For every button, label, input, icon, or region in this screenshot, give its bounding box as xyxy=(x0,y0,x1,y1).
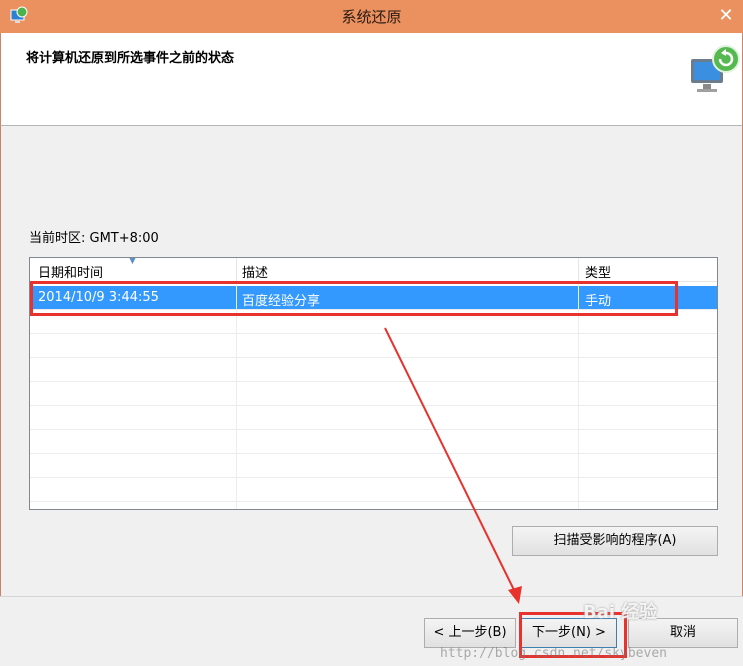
empty-row xyxy=(30,478,717,502)
watermark-url: http://blog.csdn.net/skybeven xyxy=(440,646,667,661)
dialog-body: 当前时区: GMT+8:00 ▼ 日期和时间 描述 类型 2014/10/9 3… xyxy=(0,126,743,596)
system-restore-monitor-icon xyxy=(691,45,740,92)
restore-points-list[interactable]: ▼ 日期和时间 描述 类型 2014/10/9 3:44:55 百度经验分享 手… xyxy=(29,257,718,510)
table-row[interactable]: 2014/10/9 3:44:55 百度经验分享 手动 xyxy=(30,286,717,310)
sort-arrow-icon: ▼ xyxy=(129,257,136,266)
watermark-brand: Bai 经验 xyxy=(583,602,658,623)
column-divider[interactable] xyxy=(236,258,237,281)
empty-row xyxy=(30,406,717,430)
empty-row xyxy=(30,382,717,406)
dialog-header: 将计算机还原到所选事件之前的状态 xyxy=(0,33,743,126)
grid-line xyxy=(578,282,579,509)
empty-row xyxy=(30,334,717,358)
empty-row xyxy=(30,430,717,454)
list-column-header: ▼ 日期和时间 描述 类型 xyxy=(30,258,717,282)
column-header-date[interactable]: 日期和时间 xyxy=(38,262,103,281)
timezone-label: 当前时区: GMT+8:00 xyxy=(29,231,159,246)
empty-row xyxy=(30,454,717,478)
column-header-description[interactable]: 描述 xyxy=(242,262,268,281)
footer-divider xyxy=(0,596,743,597)
window-title: 系统还原 xyxy=(341,8,402,26)
page-title: 将计算机还原到所选事件之前的状态 xyxy=(26,51,235,66)
empty-row xyxy=(30,310,717,334)
back-button[interactable]: < 上一步(B) xyxy=(424,618,516,648)
close-button[interactable]: ✕ xyxy=(710,0,742,31)
column-divider[interactable] xyxy=(578,258,579,281)
scan-affected-programs-button[interactable]: 扫描受影响的程序(A) xyxy=(512,526,718,556)
title-bar: 系统还原 ✕ xyxy=(0,0,743,33)
column-header-type[interactable]: 类型 xyxy=(585,262,611,281)
row-type: 手动 xyxy=(585,294,612,309)
row-date: 2014/10/9 3:44:55 xyxy=(38,290,159,305)
row-description: 百度经验分享 xyxy=(242,294,321,309)
empty-row xyxy=(30,358,717,382)
grid-line xyxy=(236,282,237,509)
